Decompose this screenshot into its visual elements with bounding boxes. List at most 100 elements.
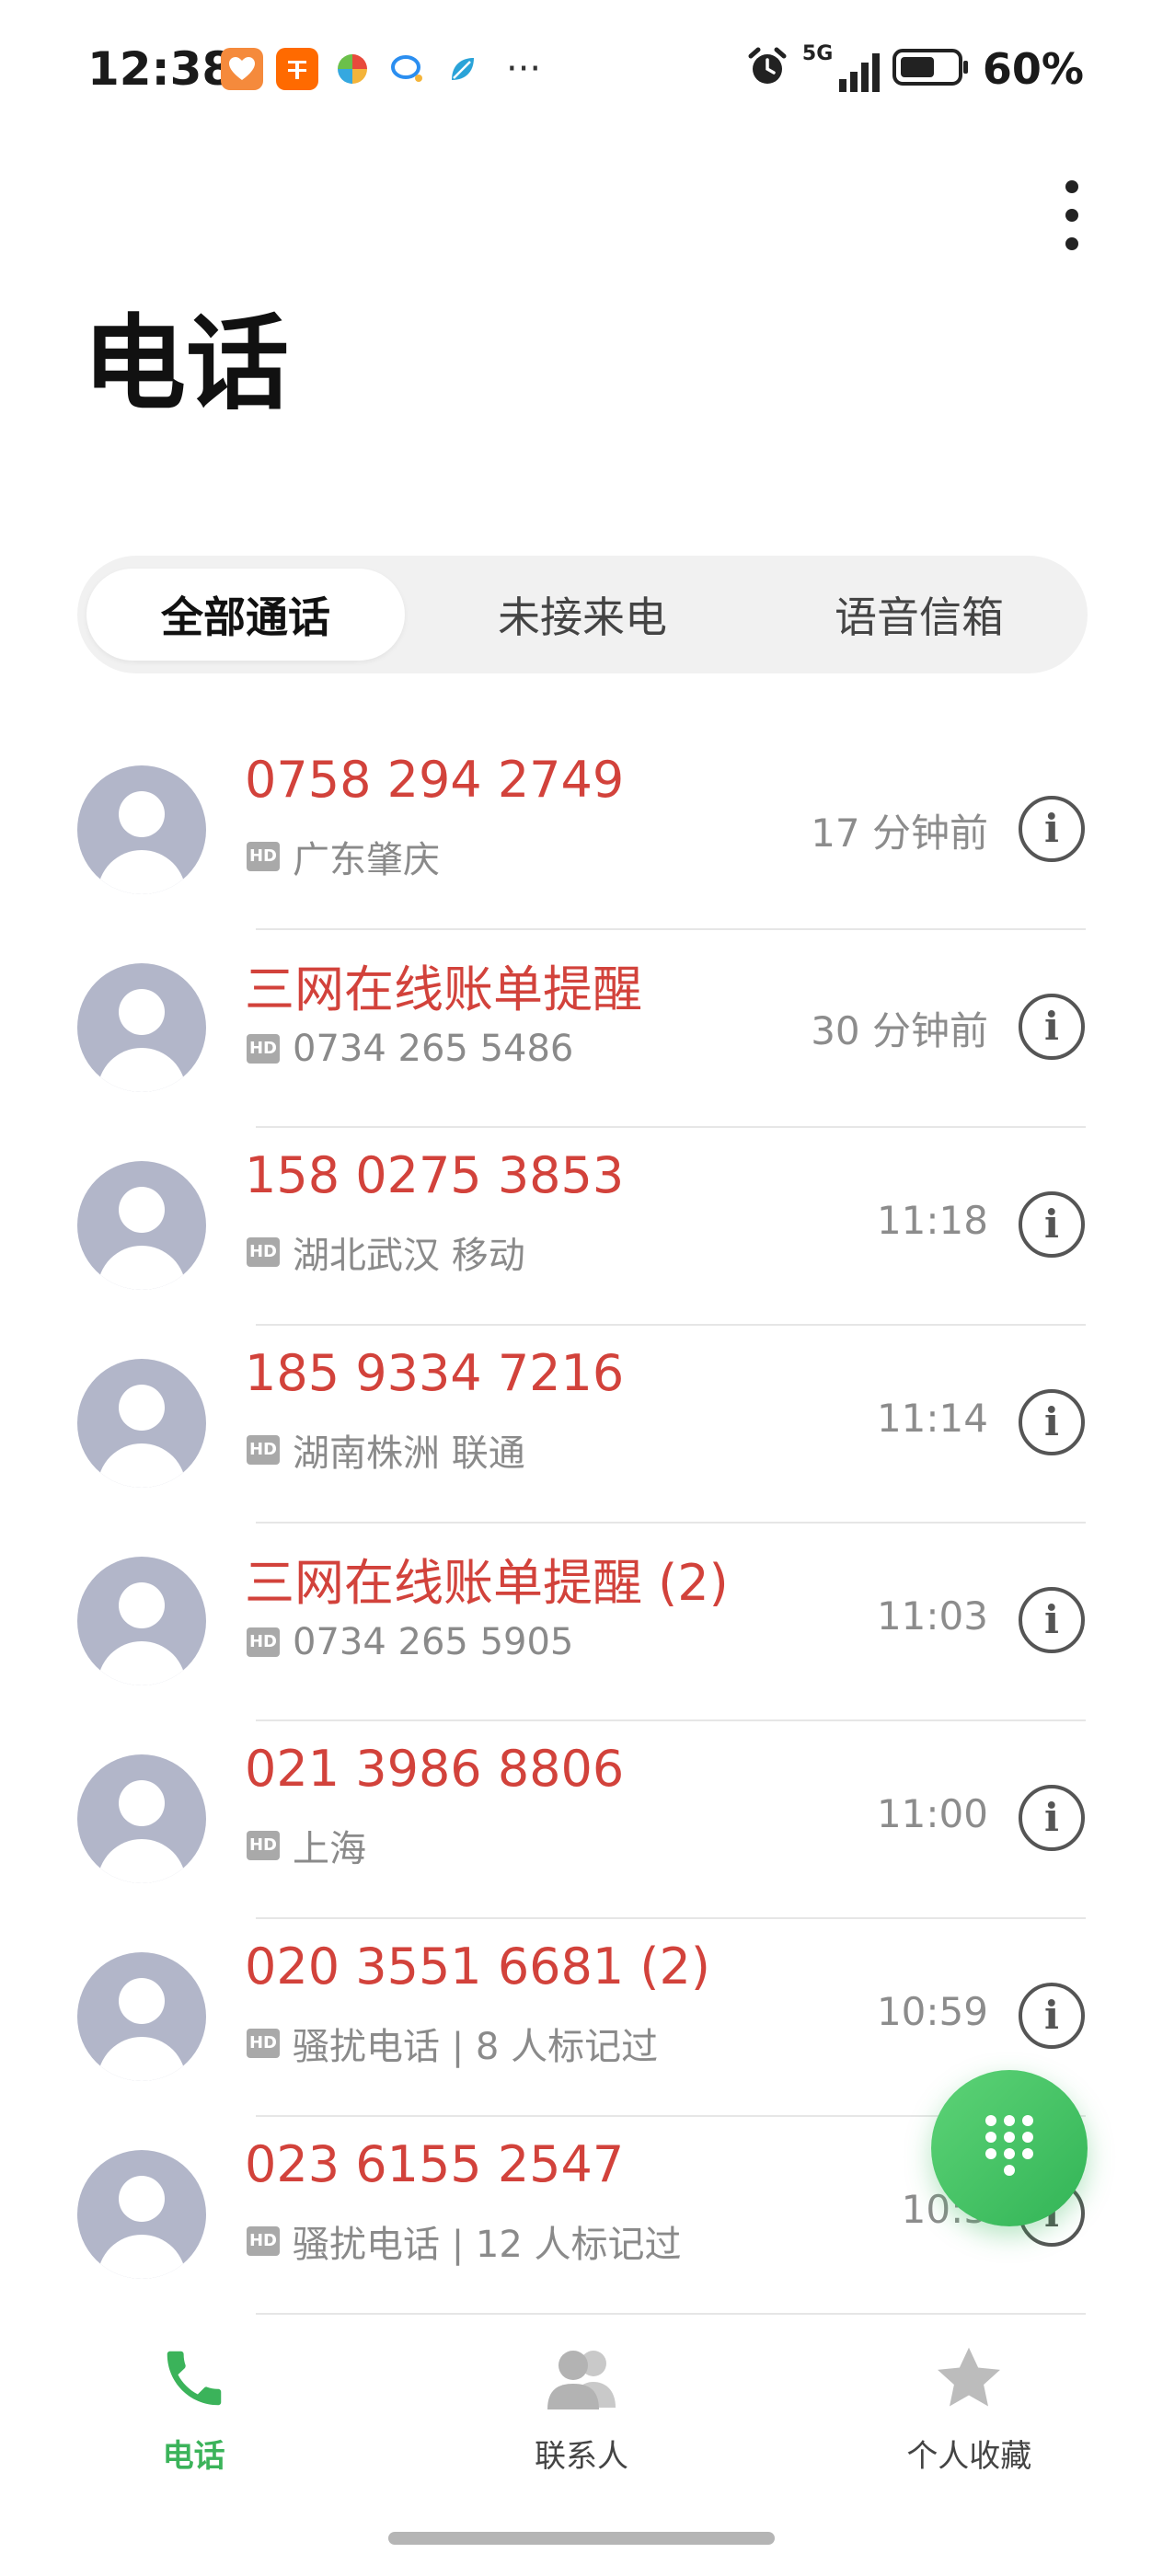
nav-label: 电话: [162, 2438, 225, 2475]
call-info-button[interactable]: i: [1019, 1785, 1085, 1851]
nav-label: 联系人: [534, 2438, 628, 2475]
call-time: 10:59: [876, 1989, 988, 2034]
more-notifications-icon: ···: [506, 48, 542, 90]
call-log-row[interactable]: 三网在线账单提醒 (2) HD 0734 265 5905 11:03 i: [0, 1524, 1163, 1721]
caller-location: 上海: [293, 1828, 366, 1870]
call-info-button[interactable]: i: [1019, 1191, 1085, 1258]
hd-badge: HD: [247, 842, 280, 871]
info-icon: i: [1044, 806, 1059, 851]
home-indicator[interactable]: [388, 2532, 775, 2545]
call-time: 11:03: [876, 1593, 988, 1639]
bottom-navigation: 电话 联系人 个人收藏: [0, 2318, 1163, 2502]
call-log-row[interactable]: 158 0275 3853 HD 湖北武汉 移动 11:18 i: [0, 1128, 1163, 1326]
nav-contacts[interactable]: 联系人: [387, 2318, 775, 2502]
caller-name: 021 3986 8806: [245, 1740, 625, 1798]
call-time: 11:18: [876, 1198, 988, 1243]
caller-location: 骚扰电话 | 12 人标记过: [293, 2224, 682, 2266]
avatar: [77, 963, 206, 1092]
caller-detail: HD 0734 265 5905: [247, 1621, 573, 1663]
info-icon: i: [1044, 1597, 1059, 1642]
hd-badge: HD: [247, 1627, 280, 1657]
caller-detail: HD 骚扰电话 | 8 人标记过: [247, 2017, 658, 2070]
hd-badge: HD: [247, 1435, 280, 1465]
hd-badge: HD: [247, 1034, 280, 1064]
alarm-icon: [745, 45, 789, 93]
signal-icon: 5G: [802, 42, 880, 92]
nav-label: 个人收藏: [906, 2438, 1032, 2475]
divider: [256, 2313, 1086, 2315]
caller-location: 0734 265 5905: [293, 1621, 574, 1663]
dialpad-icon: [982, 2111, 1037, 2185]
nav-favorites[interactable]: 个人收藏: [776, 2318, 1163, 2502]
call-info-button[interactable]: i: [1019, 1587, 1085, 1653]
info-icon: i: [1044, 1993, 1059, 2038]
avatar: [77, 1557, 206, 1685]
avatar: [77, 765, 206, 894]
caller-detail: HD 湖北武汉 移动: [247, 1225, 525, 1279]
status-time: 12:38: [87, 42, 235, 96]
health-icon: [221, 48, 263, 90]
phone-icon: [153, 2337, 236, 2420]
tab-missed-calls[interactable]: 未接来电: [423, 569, 742, 661]
info-icon: i: [1044, 1202, 1059, 1247]
call-time: 11:14: [876, 1396, 988, 1441]
taobao-icon: [276, 48, 318, 90]
call-time: 17 分钟前: [811, 811, 988, 856]
caller-detail: HD 骚扰电话 | 12 人标记过: [247, 2214, 682, 2268]
notification-icons: ···: [221, 48, 541, 90]
caller-location: 0734 265 5486: [293, 1028, 574, 1070]
call-log-row[interactable]: 021 3986 8806 HD 上海 11:00 i: [0, 1721, 1163, 1919]
page-title: 电话: [83, 305, 289, 424]
call-log-row[interactable]: 三网在线账单提醒 HD 0734 265 5486 30 分钟前 i: [0, 930, 1163, 1128]
leaf-icon: [442, 48, 484, 90]
caller-detail: HD 0734 265 5486: [247, 1028, 573, 1070]
avatar: [77, 1952, 206, 2081]
avatar: [77, 1754, 206, 1883]
caller-location: 湖南株洲 联通: [293, 1432, 525, 1475]
network-type: 5G: [801, 42, 834, 65]
caller-detail: HD 广东肇庆: [247, 830, 440, 883]
status-indicators: 5G 60%: [745, 42, 1084, 94]
star-icon: [927, 2337, 1010, 2420]
hd-badge: HD: [247, 1831, 280, 1860]
call-log-row[interactable]: 185 9334 7216 HD 湖南株洲 联通 11:14 i: [0, 1326, 1163, 1524]
info-icon: i: [1044, 1795, 1059, 1840]
caller-location: 广东肇庆: [293, 839, 440, 881]
caller-detail: HD 上海: [247, 1819, 366, 1872]
hd-badge: HD: [247, 1237, 280, 1267]
pinwheel-icon: [331, 48, 374, 90]
caller-name: 0758 294 2749: [245, 751, 625, 809]
caller-name: 158 0275 3853: [245, 1146, 625, 1204]
avatar: [77, 2150, 206, 2279]
status-bar: 12:38 ··· 5G 60%: [0, 0, 1163, 138]
dialpad-button[interactable]: [931, 2070, 1088, 2226]
call-info-button[interactable]: i: [1019, 1389, 1085, 1455]
info-icon: i: [1044, 1004, 1059, 1049]
tab-voicemail[interactable]: 语音信箱: [760, 569, 1078, 661]
caller-location: 骚扰电话 | 8 人标记过: [293, 2026, 659, 2068]
info-icon: i: [1044, 1399, 1059, 1444]
avatar: [77, 1161, 206, 1290]
call-info-button[interactable]: i: [1019, 1983, 1085, 2049]
call-info-button[interactable]: i: [1019, 796, 1085, 862]
battery-percent: 60%: [982, 44, 1084, 94]
chat-icon: [386, 48, 429, 90]
caller-name: 三网在线账单提醒: [245, 960, 642, 1018]
contacts-icon: [540, 2337, 623, 2420]
more-vertical-icon: [1065, 180, 1078, 193]
call-log-row[interactable]: 0758 294 2749 HD 广东肇庆 17 分钟前 i: [0, 732, 1163, 930]
caller-name: 023 6155 2547: [245, 2135, 625, 2193]
call-info-button[interactable]: i: [1019, 994, 1085, 1060]
call-time: 11:00: [876, 1791, 988, 1836]
nav-phone[interactable]: 电话: [0, 2318, 387, 2502]
hd-badge: HD: [247, 2029, 280, 2058]
hd-badge: HD: [247, 2226, 280, 2256]
call-filter-tabs: 全部通话 未接来电 语音信箱: [77, 556, 1088, 673]
call-time: 30 分钟前: [811, 1008, 988, 1053]
caller-location: 湖北武汉 移动: [293, 1235, 525, 1277]
caller-detail: HD 湖南株洲 联通: [247, 1423, 525, 1477]
tab-all-calls[interactable]: 全部通话: [86, 569, 405, 661]
caller-name: 020 3551 6681 (2): [245, 1938, 710, 1995]
more-options-button[interactable]: [1049, 180, 1095, 250]
caller-name: 185 9334 7216: [245, 1344, 625, 1402]
